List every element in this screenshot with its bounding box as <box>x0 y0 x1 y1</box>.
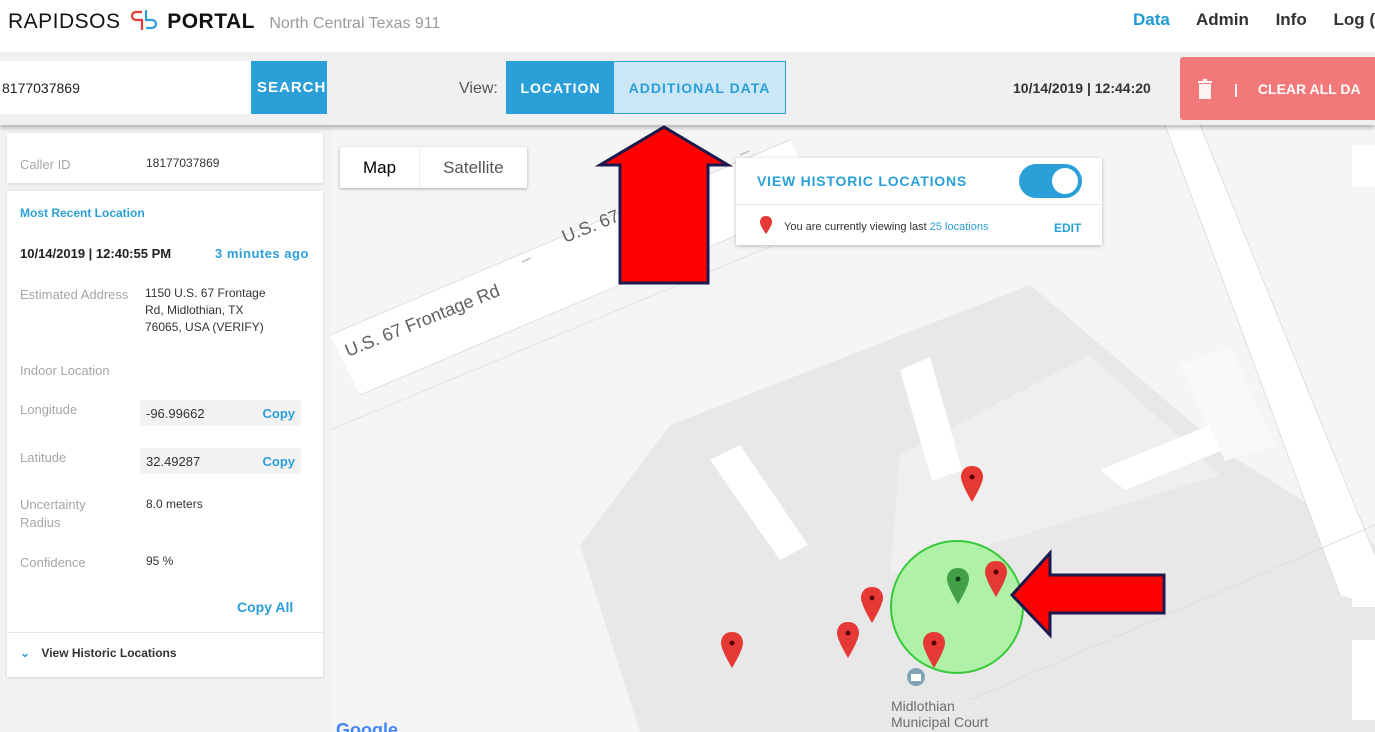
confidence-label: Confidence <box>20 555 86 570</box>
recent-datetime: 10/14/2019 | 12:40:55 PM <box>20 246 172 261</box>
confidence-value: 95 % <box>146 554 174 568</box>
historic-text-prefix: You are currently viewing last <box>784 221 927 233</box>
nav-item-admin[interactable]: Admin <box>1196 10 1249 29</box>
historic-locations-panel: VIEW HISTORIC LOCATIONS You are currentl… <box>736 158 1102 245</box>
address-line: Rd, Midlothian, TX <box>145 303 244 317</box>
latitude-field: 32.49287 Copy <box>140 448 301 474</box>
historic-panel-text: You are currently viewing last 25 locati… <box>784 221 988 233</box>
rapidsos-logo-icon <box>130 10 157 30</box>
map-type-map-button[interactable]: Map <box>340 147 421 188</box>
main-nav: Data Admin Info Log ( <box>1133 10 1375 30</box>
location-details-card: Most Recent Location 10/14/2019 | 12:40:… <box>7 191 323 677</box>
address-value: 1150 U.S. 67 Frontage Rd, Midlothian, TX… <box>145 285 266 336</box>
map-type-satellite-button[interactable]: Satellite <box>420 147 526 188</box>
historic-edit-button[interactable]: EDIT <box>1054 221 1081 235</box>
historic-locations-toggle[interactable] <box>1019 164 1082 198</box>
address-line: 76065, USA (VERIFY) <box>145 320 264 334</box>
top-bar: RAPIDSOS PORTAL North Central Texas 911 … <box>0 0 1375 48</box>
location-sidebar: Caller ID 18177037869 Most Recent Locati… <box>0 125 330 732</box>
map-view[interactable]: U.S. 67 Frontage Rd U.S. 67 Front Map Sa… <box>330 125 1375 732</box>
latitude-value: 32.49287 <box>146 454 201 469</box>
google-attribution: Google <box>336 720 398 732</box>
brand-logo: RAPIDSOS PORTAL North Central Texas 911 <box>8 8 440 34</box>
indoor-location-label: Indoor Location <box>20 363 110 378</box>
divider <box>736 204 1102 205</box>
longitude-label: Longitude <box>20 402 78 417</box>
poi-label-line: Municipal Court <box>891 714 989 730</box>
nav-item-data[interactable]: Data <box>1133 10 1170 29</box>
clear-all-label: CLEAR ALL DA <box>1257 80 1361 97</box>
copy-all-button[interactable]: Copy All <box>237 599 293 615</box>
uncertainty-radius <box>890 540 1024 674</box>
chevron-down-icon: ⌄ <box>20 646 31 660</box>
map-type-control: Map Satellite <box>340 147 527 188</box>
view-historic-locations-toggle[interactable]: ⌄ View Historic Locations <box>20 646 177 660</box>
tab-location[interactable]: LOCATION <box>507 62 614 113</box>
view-historic-label: View Historic Locations <box>41 646 177 660</box>
phone-search-input[interactable] <box>0 61 251 114</box>
nav-item-logout[interactable]: Log ( <box>1333 10 1375 29</box>
poi-label-line: Midlothian <box>891 698 955 714</box>
courthouse-icon <box>907 668 925 686</box>
caller-id-label: Caller ID <box>20 157 71 172</box>
latitude-label: Latitude <box>20 450 67 465</box>
search-button[interactable]: SEARCH <box>251 61 327 114</box>
poi-label: Midlothian Municipal Court <box>891 698 988 730</box>
brand-name-suffix: PORTAL <box>167 10 255 33</box>
uncertainty-label: Uncertainty <box>20 497 86 512</box>
trash-icon <box>1198 78 1212 99</box>
copy-latitude-button[interactable]: Copy <box>263 454 296 469</box>
longitude-value: -96.99662 <box>146 406 205 421</box>
most-recent-heading: Most Recent Location <box>20 206 145 220</box>
recent-time-ago: 3 minutes ago <box>215 246 309 261</box>
tab-additional-data[interactable]: ADDITIONAL DATA <box>614 62 785 113</box>
clear-button-separator: | <box>1234 80 1238 97</box>
search-toolbar: SEARCH View: LOCATION ADDITIONAL DATA 10… <box>0 52 1375 125</box>
uncertainty-label-2: Radius <box>20 515 61 530</box>
caller-id-value: 18177037869 <box>146 156 220 170</box>
map-pin-icon <box>760 216 772 234</box>
address-label: Estimated Address <box>20 287 129 302</box>
view-tabs: LOCATION ADDITIONAL DATA <box>506 61 786 114</box>
organization-name: North Central Texas 911 <box>269 15 441 32</box>
clear-all-button[interactable]: | CLEAR ALL DA <box>1180 57 1375 120</box>
caller-id-card: Caller ID 18177037869 <box>7 133 323 183</box>
brand-name-prefix: RAPIDSOS <box>8 10 121 33</box>
longitude-field: -96.99662 Copy <box>140 400 301 426</box>
divider <box>7 632 323 633</box>
current-datetime: 10/14/2019 | 12:44:20 <box>1013 80 1151 96</box>
uncertainty-value: 8.0 meters <box>146 497 203 511</box>
historic-panel-title: VIEW HISTORIC LOCATIONS <box>757 173 967 189</box>
view-label: View: <box>459 80 498 97</box>
historic-count-link[interactable]: 25 locations <box>930 221 989 233</box>
nav-item-info[interactable]: Info <box>1276 10 1307 29</box>
address-line: 1150 U.S. 67 Frontage <box>145 286 266 300</box>
copy-longitude-button[interactable]: Copy <box>263 406 296 421</box>
toggle-knob <box>1052 168 1078 194</box>
